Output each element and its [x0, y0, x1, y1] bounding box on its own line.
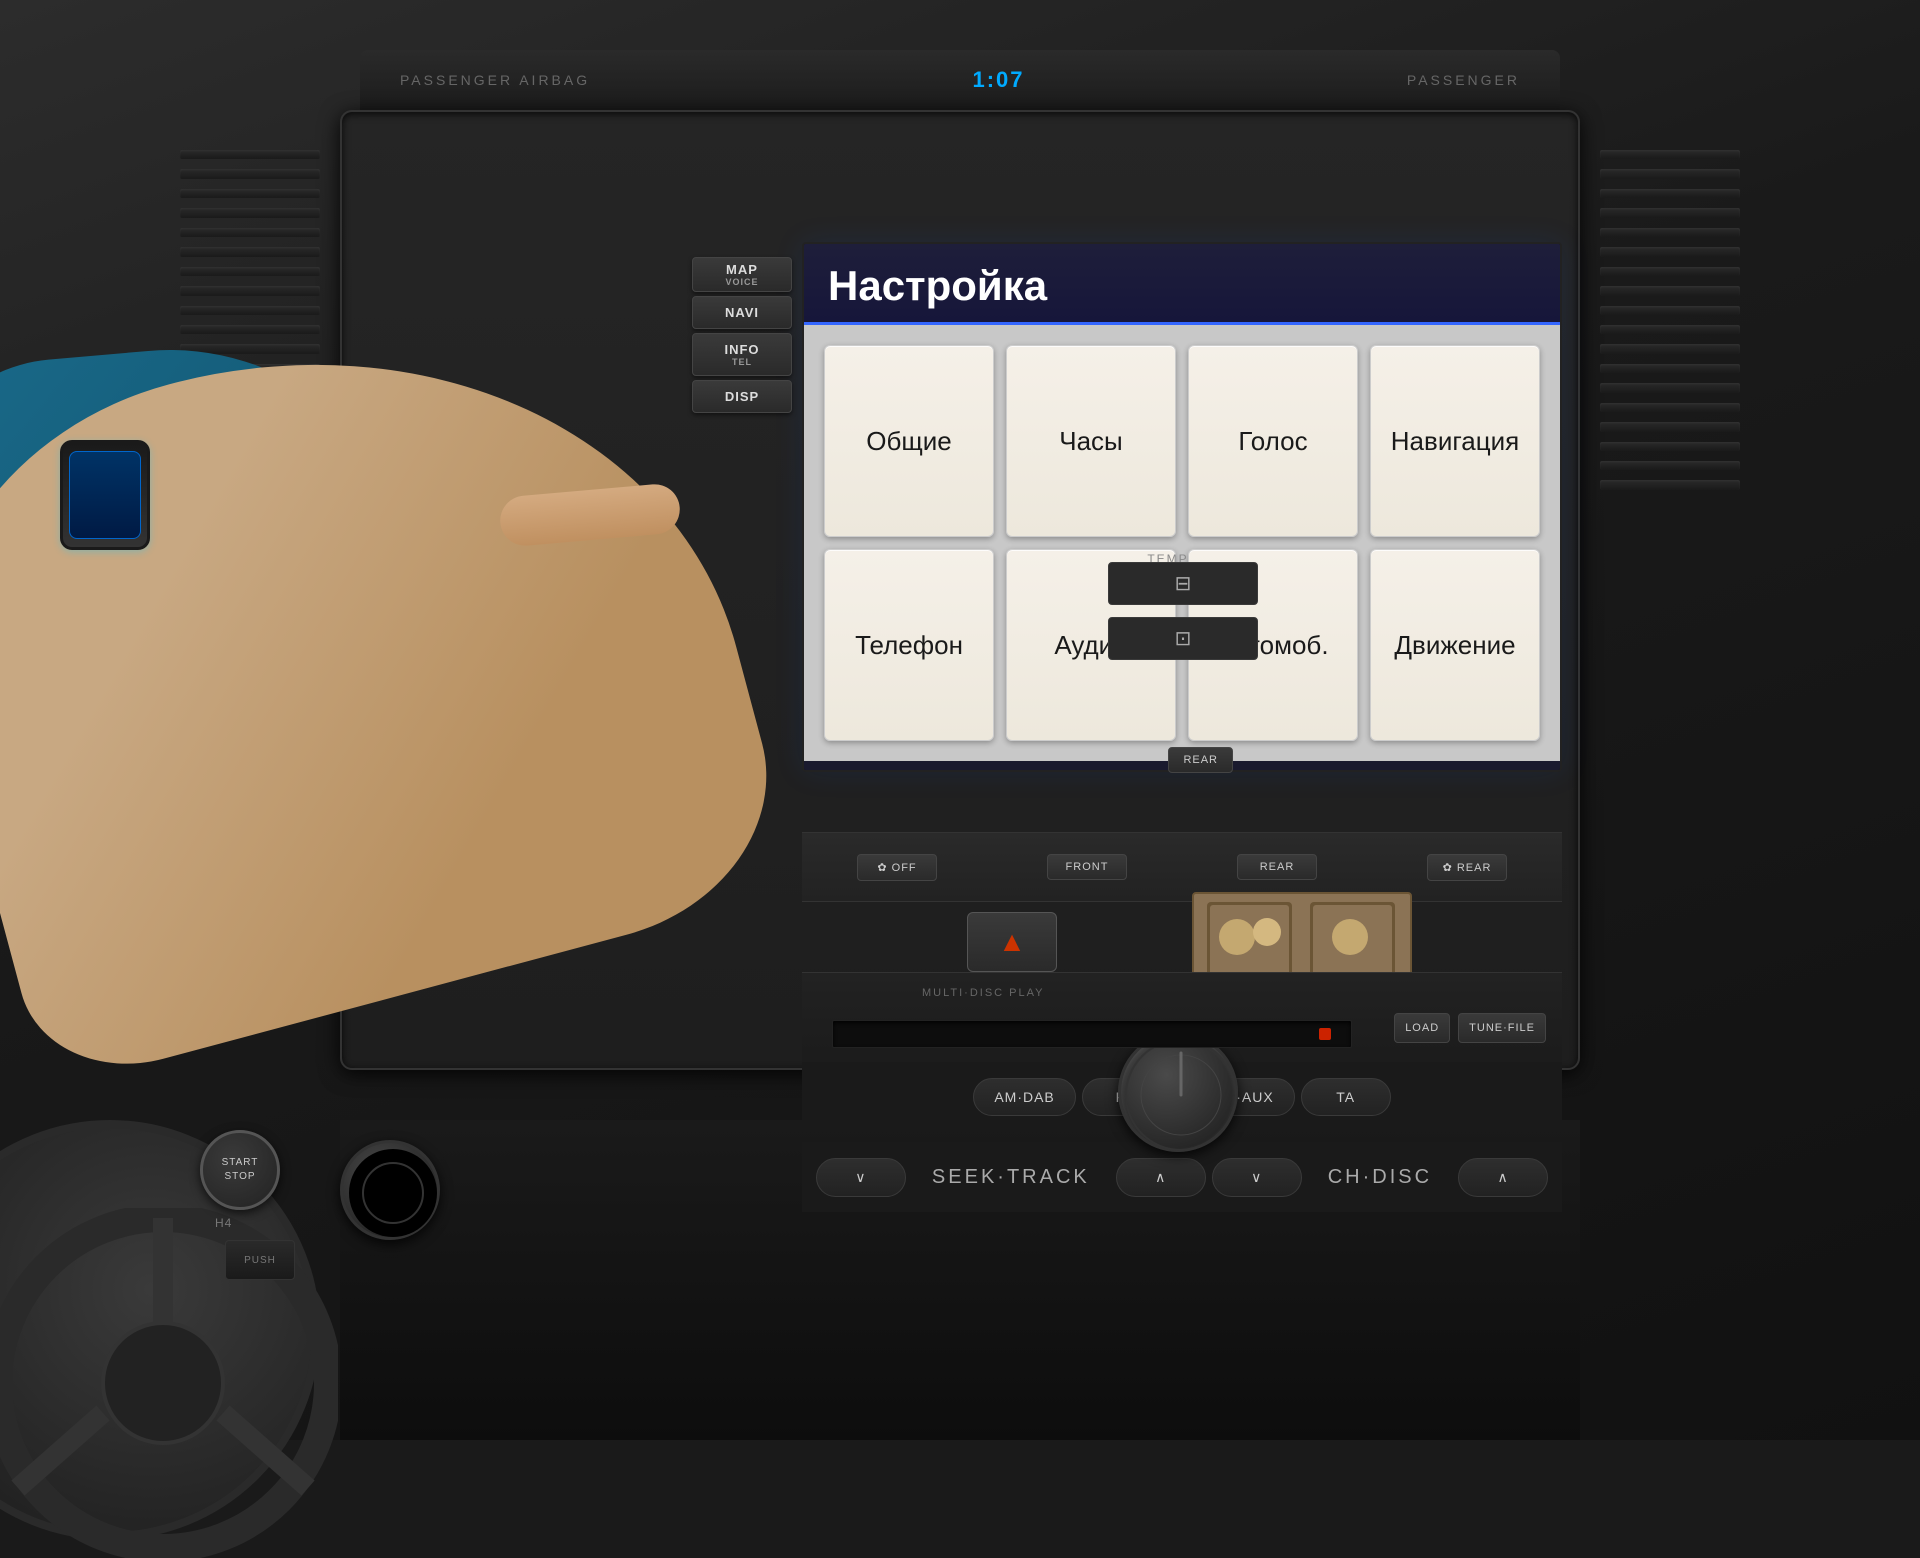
ac-controls-row: ✿ OFF FRONT REAR ✿ REAR — [802, 832, 1562, 902]
vent-slat — [1600, 461, 1740, 470]
vent-slat — [1600, 403, 1740, 412]
passenger-label-right: PASSENGER — [1407, 72, 1520, 88]
watch-screen — [69, 451, 141, 539]
menu-label-clock: Часы — [1059, 426, 1122, 457]
vent-slat — [180, 150, 320, 159]
smartwatch — [60, 440, 150, 550]
vent-slat — [180, 267, 320, 276]
settings-menu-grid: Общие Часы Голос Навигация Телефон — [804, 325, 1560, 761]
ch-prev-button[interactable]: ∨ — [1212, 1158, 1302, 1197]
seek-next-button[interactable]: ∧ — [1116, 1158, 1206, 1197]
vent-slat — [1600, 247, 1740, 256]
info-label: INFO — [724, 342, 759, 357]
vent-slat — [180, 306, 320, 315]
vent-slat — [1600, 169, 1740, 178]
vent-slat — [1600, 344, 1740, 353]
menu-label-navigation: Навигация — [1391, 426, 1519, 457]
vent-slat — [1600, 286, 1740, 295]
menu-item-clock[interactable]: Часы — [1006, 345, 1176, 537]
seek-prev-button[interactable]: ∨ — [816, 1158, 906, 1197]
vent-slat — [1600, 150, 1740, 159]
vent-slat — [180, 325, 320, 334]
ch-disc-label: CH·DISC — [1308, 1166, 1452, 1189]
menu-label-phone: Телефон — [855, 630, 963, 661]
ch-next-button[interactable]: ∧ — [1458, 1158, 1548, 1197]
vent-slat — [1600, 189, 1740, 198]
vent-right — [1600, 150, 1740, 490]
rear-button[interactable]: REAR — [1168, 747, 1233, 773]
tel-sublabel: TEL — [697, 357, 787, 367]
vent-slat — [1600, 364, 1740, 373]
tune-file-button[interactable]: TUNE·FILE — [1458, 1013, 1546, 1043]
vent-slat — [1600, 208, 1740, 217]
screen-header: Настройка — [804, 244, 1560, 325]
vent-slat — [1600, 383, 1740, 392]
top-bezel: PASSENGER AIRBAG 1:07 PASSENGER — [360, 50, 1560, 110]
info-tel-button[interactable]: INFO TEL — [692, 333, 792, 376]
vent-slat — [1600, 306, 1740, 315]
car-interior: PASSENGER AIRBAG 1:07 PASSENGER MAP VOIC… — [0, 0, 1920, 1440]
nav-buttons-panel: MAP VOICE NAVI INFO TEL DISP — [692, 257, 792, 413]
window-btn-2[interactable]: ⊡ — [1108, 617, 1258, 660]
hazard-button[interactable]: ▲ — [967, 912, 1057, 972]
vent-slat — [1600, 228, 1740, 237]
start-stop-label: START STOP — [222, 1156, 259, 1184]
push-label: PUSH — [244, 1255, 276, 1266]
vent-slat — [180, 228, 320, 237]
vent-slat — [180, 169, 320, 178]
map-voice-button[interactable]: MAP VOICE — [692, 257, 792, 292]
infotainment-screen: Настройка Общие Часы Голос Навигация — [802, 242, 1562, 772]
disc-slot — [832, 1020, 1352, 1048]
window-btn-1[interactable]: ⊟ — [1108, 562, 1258, 605]
airbag-label-left: PASSENGER AIRBAG — [400, 72, 590, 88]
screen-inner: Настройка Общие Часы Голос Навигация — [804, 244, 1560, 770]
fan-off-button[interactable]: ✿ OFF — [857, 854, 937, 881]
vent-slat — [180, 189, 320, 198]
navi-button[interactable]: NAVI — [692, 296, 792, 329]
start-stop-button[interactable]: START STOP — [200, 1130, 280, 1210]
menu-item-voice[interactable]: Голос — [1188, 345, 1358, 537]
vent-slat — [1600, 422, 1740, 431]
menu-item-navigation[interactable]: Навигация — [1370, 345, 1540, 537]
vent-slat — [1600, 480, 1740, 489]
vent-slat — [1600, 442, 1740, 451]
vent-slat — [1600, 325, 1740, 334]
window-icon-1: ⊟ — [1175, 571, 1192, 596]
start-label: START — [222, 1157, 259, 1168]
gear-shift-knob[interactable] — [340, 1140, 440, 1240]
menu-label-voice: Голос — [1238, 426, 1307, 457]
fan-rear-button[interactable]: ✿ REAR — [1427, 854, 1507, 881]
disp-button[interactable]: DISP — [692, 380, 792, 413]
disc-indicator — [1319, 1028, 1331, 1040]
screen-title: Настройка — [828, 262, 1047, 309]
h4-label: H4 — [215, 1216, 232, 1230]
window-icon-2: ⊡ — [1175, 626, 1192, 651]
vent-slat — [1600, 267, 1740, 276]
vent-slat — [180, 286, 320, 295]
am-dab-button[interactable]: AM·DAB — [973, 1078, 1075, 1116]
menu-item-traffic[interactable]: Движение — [1370, 549, 1540, 741]
menu-item-general[interactable]: Общие — [824, 345, 994, 537]
seek-track-label: SEEK·TRACK — [912, 1166, 1110, 1189]
front-button[interactable]: FRONT — [1047, 854, 1127, 880]
stop-label: STOP — [224, 1171, 255, 1182]
menu-item-phone[interactable]: Телефон — [824, 549, 994, 741]
rear-ac-button[interactable]: REAR — [1237, 854, 1317, 880]
multi-disc-label: MULTI·DISC PLAY — [922, 987, 1045, 999]
push-button[interactable]: PUSH — [225, 1240, 295, 1280]
hazard-triangle-icon: ▲ — [998, 926, 1026, 958]
window-controls: ⊟ ⊡ — [1108, 562, 1258, 660]
menu-label-traffic: Движение — [1394, 630, 1515, 661]
load-button[interactable]: LOAD — [1394, 1013, 1450, 1043]
ta-button[interactable]: TA — [1301, 1078, 1391, 1116]
voice-sublabel: VOICE — [697, 277, 787, 287]
tune-knob[interactable] — [1118, 1032, 1238, 1152]
clock-display: 1:07 — [972, 67, 1024, 93]
map-label: MAP — [726, 262, 758, 277]
hazard-area: ▲ — [912, 902, 1112, 982]
vent-slat — [180, 247, 320, 256]
vent-slat — [180, 208, 320, 217]
menu-label-general: Общие — [866, 426, 952, 457]
